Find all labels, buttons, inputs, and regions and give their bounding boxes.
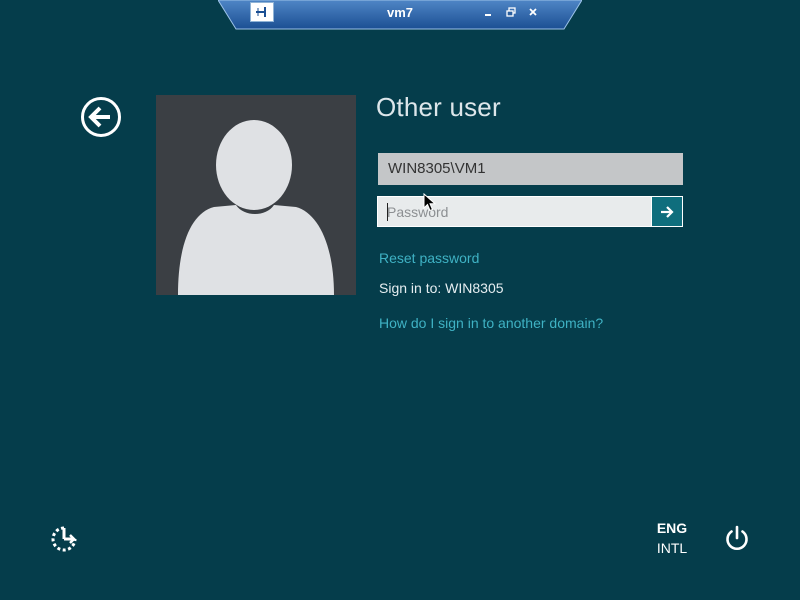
connection-bar: vm7: [218, 0, 582, 30]
user-avatar: [156, 95, 356, 295]
connection-title: vm7: [386, 5, 414, 20]
text-caret: [387, 203, 388, 221]
pin-icon: [256, 7, 266, 17]
other-domain-help-link[interactable]: How do I sign in to another domain?: [379, 315, 603, 331]
power-button[interactable]: [722, 523, 752, 553]
ease-of-access-icon: [51, 526, 77, 552]
restore-icon: [505, 6, 516, 17]
username-field[interactable]: WIN8305\VM1: [378, 153, 683, 185]
close-icon: [529, 8, 537, 16]
pin-button[interactable]: [250, 2, 274, 22]
close-button[interactable]: [525, 4, 541, 20]
page-title: Other user: [376, 92, 501, 122]
keyboard-layout: INTL: [656, 540, 688, 556]
back-button[interactable]: [80, 96, 122, 138]
reset-password-link[interactable]: Reset password: [379, 250, 479, 266]
language-indicator[interactable]: ENG INTL: [650, 520, 694, 556]
user-silhouette-icon: [178, 120, 334, 295]
submit-button[interactable]: [651, 197, 682, 226]
arrow-right-icon: [661, 205, 674, 218]
sign-in-domain-text: Sign in to: WIN8305: [379, 280, 504, 296]
login-screen: vm7 Other user WIN8305\VM1 Reset passwor…: [0, 0, 800, 600]
minimize-icon: [485, 14, 491, 16]
power-icon: [726, 525, 748, 550]
minimize-button[interactable]: [480, 4, 496, 20]
restore-button[interactable]: [503, 4, 519, 20]
back-arrow-icon: [81, 97, 121, 137]
ease-of-access-button[interactable]: [50, 525, 78, 553]
mouse-pointer-icon: [423, 193, 437, 212]
language-code: ENG: [656, 520, 688, 536]
password-input[interactable]: [378, 197, 652, 226]
